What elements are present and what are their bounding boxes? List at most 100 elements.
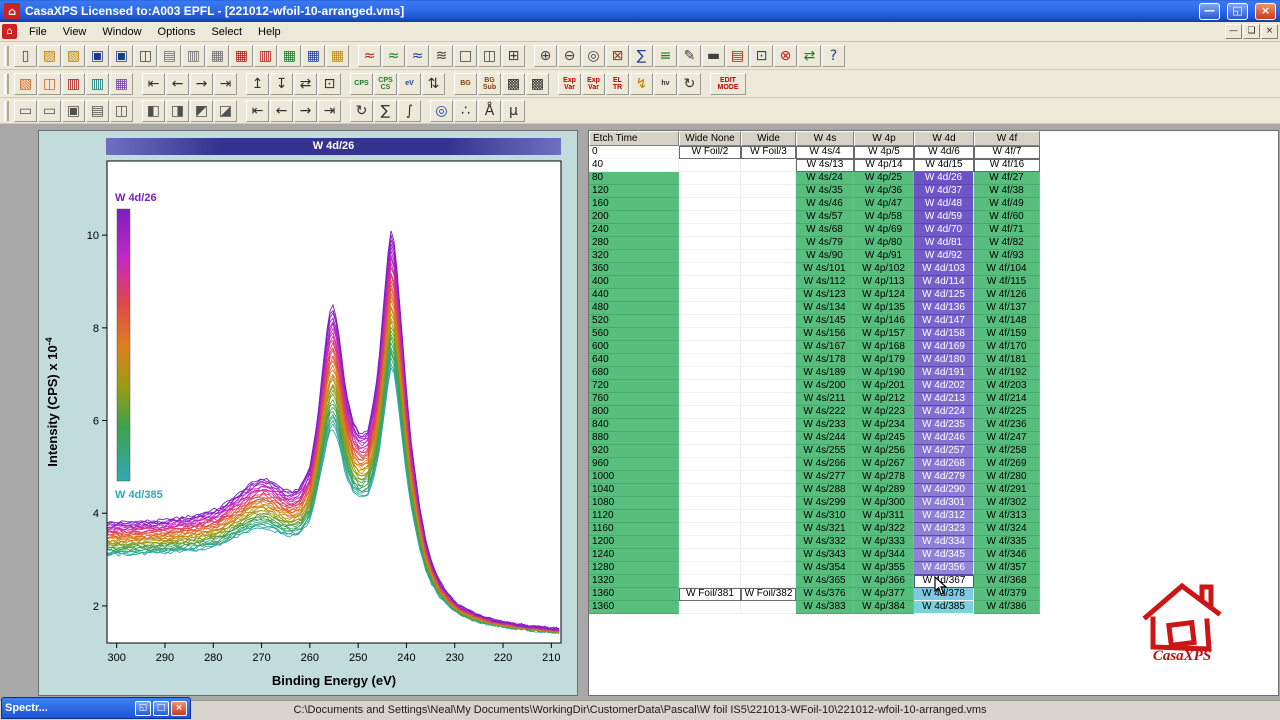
block-cell[interactable]: W 4p/234: [854, 419, 914, 432]
mdi-close-button[interactable]: ×: [1261, 24, 1278, 39]
block-cell[interactable]: [741, 289, 796, 302]
block-cell[interactable]: W 4d/191: [914, 367, 974, 380]
block-cell[interactable]: W 4p/102: [854, 263, 914, 276]
block-cell[interactable]: W 4d/70: [914, 224, 974, 237]
block-cell[interactable]: W 4s/101: [796, 263, 854, 276]
block-cell[interactable]: W 4d/180: [914, 354, 974, 367]
block-cell[interactable]: [679, 523, 741, 536]
block-cell[interactable]: [741, 354, 796, 367]
block-cell[interactable]: W 4p/333: [854, 536, 914, 549]
block-cell[interactable]: [679, 263, 741, 276]
page-grid-button[interactable]: ▦: [206, 44, 229, 67]
block-cell[interactable]: W 4f/357: [974, 562, 1040, 575]
block-cell[interactable]: W 4d/81: [914, 237, 974, 250]
nav-prev-button[interactable]: ←: [166, 72, 189, 95]
display-tile-title[interactable]: W 4d/26: [106, 138, 561, 155]
column-header-w-4d[interactable]: W 4d: [914, 131, 974, 146]
block-cell[interactable]: [741, 458, 796, 471]
block-cell[interactable]: [679, 341, 741, 354]
block-cell[interactable]: [679, 458, 741, 471]
block-cell[interactable]: W 4s/277: [796, 471, 854, 484]
block-cell[interactable]: W 4p/25: [854, 172, 914, 185]
block-cell[interactable]: W 4d/103: [914, 263, 974, 276]
purple-block-button[interactable]: ▦: [110, 72, 133, 95]
mini-maximize-button[interactable]: □: [153, 700, 169, 716]
page-prev-button[interactable]: ←: [270, 99, 293, 122]
block-cell[interactable]: [741, 341, 796, 354]
restore-button[interactable]: ◱: [1227, 2, 1248, 20]
block-cell[interactable]: W 4p/190: [854, 367, 914, 380]
block-cell[interactable]: [741, 497, 796, 510]
block-cell[interactable]: W 4s/299: [796, 497, 854, 510]
block-cell[interactable]: W Foil/3: [741, 146, 796, 159]
link-blocks-button[interactable]: ⇄: [798, 44, 821, 67]
block-cell[interactable]: [679, 159, 741, 172]
block-cell[interactable]: W 4d/125: [914, 289, 974, 302]
block-cell[interactable]: W 4s/383: [796, 601, 854, 614]
etch-time-cell[interactable]: 320: [589, 250, 679, 263]
block-cell[interactable]: W 4d/257: [914, 445, 974, 458]
block-cell[interactable]: W 4d/334: [914, 536, 974, 549]
block-cell[interactable]: [741, 185, 796, 198]
column-header-w-4f[interactable]: W 4f: [974, 131, 1040, 146]
mini-close-button[interactable]: ×: [171, 700, 187, 716]
help-button[interactable]: ?: [822, 44, 845, 67]
block-cell[interactable]: [679, 432, 741, 445]
nav-next-button[interactable]: →: [190, 72, 213, 95]
block-cell[interactable]: [741, 263, 796, 276]
processing-button[interactable]: ⊠: [606, 44, 629, 67]
split-bottom-button[interactable]: ◪: [214, 99, 237, 122]
block-cell[interactable]: [679, 237, 741, 250]
block-cell[interactable]: W 4d/92: [914, 250, 974, 263]
find-button[interactable]: ◎: [430, 99, 453, 122]
report-button[interactable]: ▤: [726, 44, 749, 67]
block-cell[interactable]: W 4s/376: [796, 588, 854, 601]
block-cell[interactable]: W 4p/300: [854, 497, 914, 510]
block-cell[interactable]: W 4p/377: [854, 588, 914, 601]
block-cell[interactable]: [679, 211, 741, 224]
block-cell[interactable]: [741, 523, 796, 536]
tile-two-button[interactable]: ◫: [478, 44, 501, 67]
cascade-pages-button[interactable]: ◫: [38, 72, 61, 95]
block-cell[interactable]: [741, 445, 796, 458]
column-header-wide-none[interactable]: Wide None: [679, 131, 741, 146]
block-cell[interactable]: W 4s/112: [796, 276, 854, 289]
block-cell[interactable]: W 4f/324: [974, 523, 1040, 536]
copy-page-button[interactable]: ◫: [134, 44, 157, 67]
background-subtract-button[interactable]: BG Sub: [478, 72, 501, 95]
minimized-window-spectra[interactable]: Spectr... ◱ □ ×: [1, 697, 191, 719]
block-cell[interactable]: W 4f/386: [974, 601, 1040, 614]
block-cell[interactable]: W 4p/124: [854, 289, 914, 302]
block-cell[interactable]: W 4s/123: [796, 289, 854, 302]
save-button[interactable]: ▣: [86, 44, 109, 67]
swap-blocks-button[interactable]: ⇄: [294, 72, 317, 95]
element-library-button[interactable]: ≡: [654, 44, 677, 67]
block-cell[interactable]: W 4p/201: [854, 380, 914, 393]
block-cell[interactable]: W 4d/158: [914, 328, 974, 341]
block-cell[interactable]: W 4p/384: [854, 601, 914, 614]
block-cell[interactable]: W 4p/245: [854, 432, 914, 445]
block-cell[interactable]: [679, 562, 741, 575]
block-cell[interactable]: W 4f/302: [974, 497, 1040, 510]
nav-last-button[interactable]: ⇥: [214, 72, 237, 95]
block-cell[interactable]: W 4p/5: [854, 146, 914, 159]
edit-mode-button[interactable]: EDIT MODE: [710, 72, 746, 95]
etch-time-cell[interactable]: 240: [589, 224, 679, 237]
block-yellow-button[interactable]: ▦: [326, 44, 349, 67]
block-cell[interactable]: W 4d/301: [914, 497, 974, 510]
etch-time-cell[interactable]: 1160: [589, 523, 679, 536]
block-cell[interactable]: [741, 224, 796, 237]
block-cell[interactable]: W 4d/59: [914, 211, 974, 224]
menu-options[interactable]: Options: [150, 24, 204, 40]
block-cell[interactable]: [679, 198, 741, 211]
block-cell[interactable]: W 4p/311: [854, 510, 914, 523]
block-cell[interactable]: W 4d/356: [914, 562, 974, 575]
toolbar-grip[interactable]: [4, 45, 9, 66]
step-scale-button[interactable]: ⇅: [422, 72, 445, 95]
etch-time-cell[interactable]: 1320: [589, 575, 679, 588]
block-cell[interactable]: W 4s/46: [796, 198, 854, 211]
block-cell[interactable]: W 4d/312: [914, 510, 974, 523]
block-cell[interactable]: W 4p/355: [854, 562, 914, 575]
block-cell[interactable]: W 4p/80: [854, 237, 914, 250]
block-cell[interactable]: [679, 393, 741, 406]
